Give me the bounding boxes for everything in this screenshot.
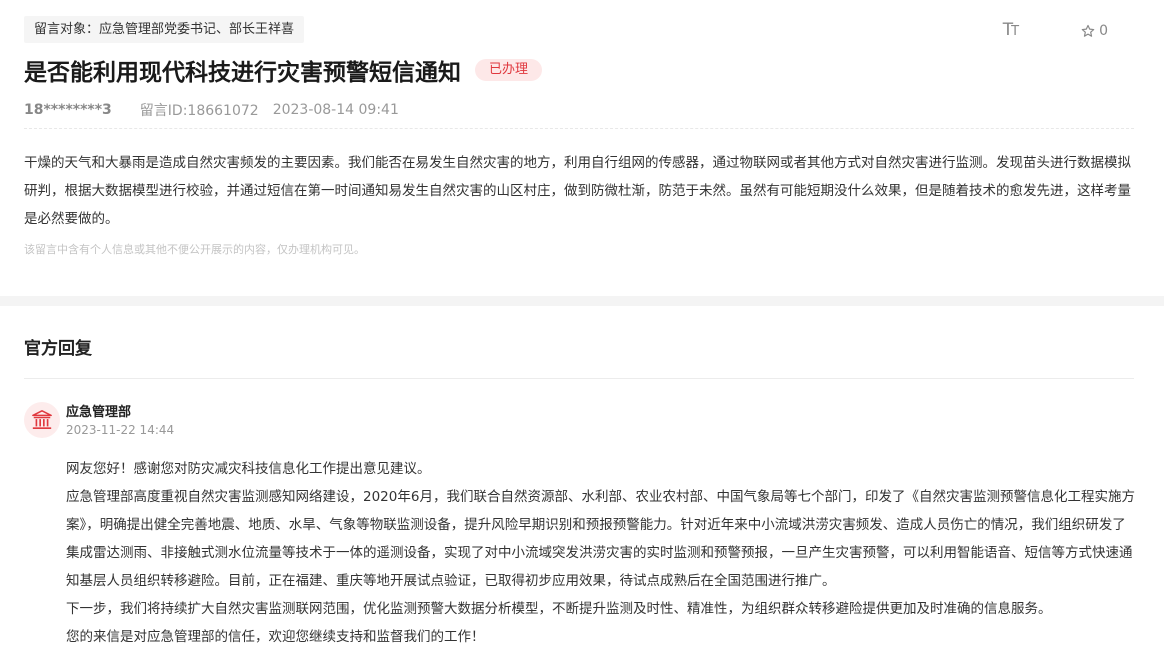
- reply-body: 网友您好！感谢您对防灾减灾科技信息化工作提出意见建议。 应急管理部高度重视自然灾…: [66, 455, 1136, 651]
- favorite-button[interactable]: 0: [1081, 23, 1108, 39]
- official-reply-heading: 官方回复: [24, 339, 92, 359]
- reply-paragraph: 您的来信是对应急管理部的信任，欢迎您继续支持和监督我们的工作！: [66, 629, 485, 645]
- favorite-count: 0: [1099, 23, 1108, 39]
- message-date: 2023-08-14 09:41: [272, 102, 399, 118]
- reply-paragraph: 网友您好！感谢您对防灾减灾科技信息化工作提出意见建议。: [66, 461, 431, 477]
- privacy-notice: 该留言中含有个人信息或其他不便公开展示的内容，仅办理机构可见。: [24, 243, 365, 256]
- star-outline-icon: [1081, 24, 1095, 37]
- text-size-icon: TT: [1002, 20, 1019, 40]
- reply-divider: [24, 378, 1134, 379]
- reply-department: 应急管理部: [66, 405, 132, 420]
- reply-time: 2023-11-22 14:44: [66, 423, 175, 437]
- message-content: 干燥的天气和大暴雨是造成自然灾害频发的主要因素。我们能否在易发生自然灾害的地方，…: [24, 155, 1131, 227]
- message-target-label: 留言对象：: [34, 22, 100, 37]
- font-size-button[interactable]: TT: [1002, 19, 1019, 43]
- section-separator: [0, 296, 1164, 306]
- government-building-icon: [32, 410, 52, 429]
- title-row: 是否能利用现代科技进行灾害预警短信通知 已办理: [24, 53, 543, 87]
- message-card: 留言对象：应急管理部党委书记、部长王祥喜 TT 0 是否能利用现代科技进行灾害预…: [0, 0, 1164, 296]
- reply-paragraph: 下一步，我们将持续扩大自然灾害监测联网范围，优化监测预警大数据分析模型，不断提升…: [66, 601, 1052, 617]
- status-badge: 已办理: [475, 59, 543, 81]
- page: 留言对象：应急管理部党委书记、部长王祥喜 TT 0 是否能利用现代科技进行灾害预…: [0, 0, 1164, 665]
- message-id: 留言ID:18661072: [139, 103, 259, 119]
- reply-paragraph: 应急管理部高度重视自然灾害监测感知网络建设，2020年6月，我们联合自然资源部、…: [66, 489, 1135, 589]
- department-avatar: [24, 402, 60, 438]
- author-phone: 18********3: [24, 102, 112, 118]
- message-title: 是否能利用现代科技进行灾害预警短信通知: [24, 60, 461, 86]
- message-target-tag: 留言对象：应急管理部党委书记、部长王祥喜: [24, 16, 305, 43]
- message-tools: TT 0: [1003, 20, 1108, 42]
- meta-divider: [24, 128, 1134, 129]
- message-meta: 18********3 留言ID:18661072 2023-08-14 09:…: [24, 100, 399, 120]
- message-target-value: 应急管理部党委书记、部长王祥喜: [99, 22, 295, 37]
